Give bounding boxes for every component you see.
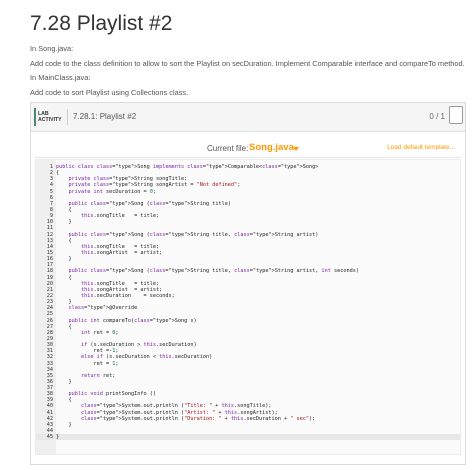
code-text: if (s.secDuration > this.secDuration) bbox=[81, 342, 197, 349]
code-text: this.secDuration = seconds; bbox=[81, 292, 175, 299]
code-text: class="type">System.out.println ("Durati… bbox=[81, 415, 316, 422]
code-text: this.songTitle = title; bbox=[81, 213, 160, 220]
code-text: this.songArtist = artist; bbox=[81, 249, 163, 256]
line-number: 45 bbox=[46, 434, 53, 441]
code-text: } bbox=[56, 434, 60, 441]
code-text: public class="type">Song (class="type">S… bbox=[68, 200, 231, 207]
instruction-mainclass-task: Add code to sort Playlist using Collecti… bbox=[30, 88, 189, 97]
code-text: { bbox=[56, 397, 72, 404]
page-title: 7.28 Playlist #2 bbox=[30, 12, 173, 35]
code-text: { bbox=[56, 237, 72, 244]
code-text: this.songArtist = artist; bbox=[81, 286, 163, 293]
code-text: this.songTitle = title; bbox=[81, 243, 160, 250]
lab-badge-line2: ACTIVITY bbox=[38, 117, 62, 123]
file-bar: Current file: Song.java Load default tem… bbox=[35, 139, 461, 158]
current-file-label: Current file: bbox=[207, 144, 249, 153]
code-text: { bbox=[56, 323, 72, 330]
code-text: { bbox=[56, 170, 60, 177]
lab-score: 0 / 1 bbox=[429, 112, 445, 121]
code-text: { bbox=[56, 206, 72, 213]
code-text: } bbox=[56, 256, 72, 263]
code-text: public class="type">Song (class="type">S… bbox=[68, 268, 360, 275]
current-file-dropdown[interactable]: Song.java bbox=[249, 142, 294, 153]
instruction-mainclass-java: In MainClass.java: bbox=[30, 73, 91, 82]
code-text: } bbox=[56, 299, 72, 306]
load-default-template-link[interactable]: Load default template... bbox=[387, 144, 455, 151]
code-text: ret =-1; bbox=[56, 348, 119, 355]
code-text: } bbox=[56, 378, 72, 385]
code-text: { bbox=[56, 274, 72, 281]
code-line[interactable]: 45} bbox=[36, 434, 460, 441]
code-text: private class="type">String songTitle; bbox=[68, 176, 188, 183]
code-editor[interactable]: 1 public class class="type">Song implemen… bbox=[35, 159, 461, 455]
code-text: private class="type">String songArtist =… bbox=[68, 182, 241, 189]
lab-header-divider bbox=[67, 109, 68, 125]
code-lines[interactable]: 1 public class class="type">Song implemen… bbox=[36, 164, 460, 441]
code-text: ret = 1; bbox=[56, 360, 119, 367]
code-text: int ret = 0; bbox=[81, 329, 119, 336]
code-text: public class class="type">Song implement… bbox=[56, 164, 319, 170]
lab-activity-badge: LAB ACTIVITY bbox=[34, 108, 64, 126]
code-text: public void printSongInfo () bbox=[68, 391, 156, 398]
lab-header: LAB ACTIVITY 7.28.1: Playlist #2 0 / 1 bbox=[31, 103, 465, 132]
code-text: class="type">System.out.println ("Title:… bbox=[81, 403, 272, 410]
lab-title: 7.28.1: Playlist #2 bbox=[73, 112, 137, 121]
code-text: else if (s.secDuration < this.secDuratio… bbox=[81, 354, 213, 361]
chevron-down-icon[interactable] bbox=[293, 147, 299, 151]
code-text: class="type">@Override bbox=[68, 305, 138, 312]
code-text: } bbox=[56, 421, 72, 428]
score-indicator-icon bbox=[449, 106, 463, 124]
code-text: return ret; bbox=[81, 372, 116, 379]
code-text: } bbox=[56, 219, 72, 226]
instruction-song-task: Add code to the class definition to allo… bbox=[30, 59, 465, 68]
code-text: private int secDuration = 0; bbox=[68, 188, 156, 195]
code-text: this.songTitle = title; bbox=[81, 280, 160, 287]
code-text: public class="type">Song (class="type">S… bbox=[68, 231, 319, 238]
lab-activity-panel: LAB ACTIVITY 7.28.1: Playlist #2 0 / 1 C… bbox=[30, 102, 466, 465]
code-text: class="type">System.out.println ("Artist… bbox=[81, 409, 278, 416]
code-text: public int compareTo(class="type">Song s… bbox=[68, 317, 197, 324]
instruction-song-java: In Song.java: bbox=[30, 44, 74, 53]
